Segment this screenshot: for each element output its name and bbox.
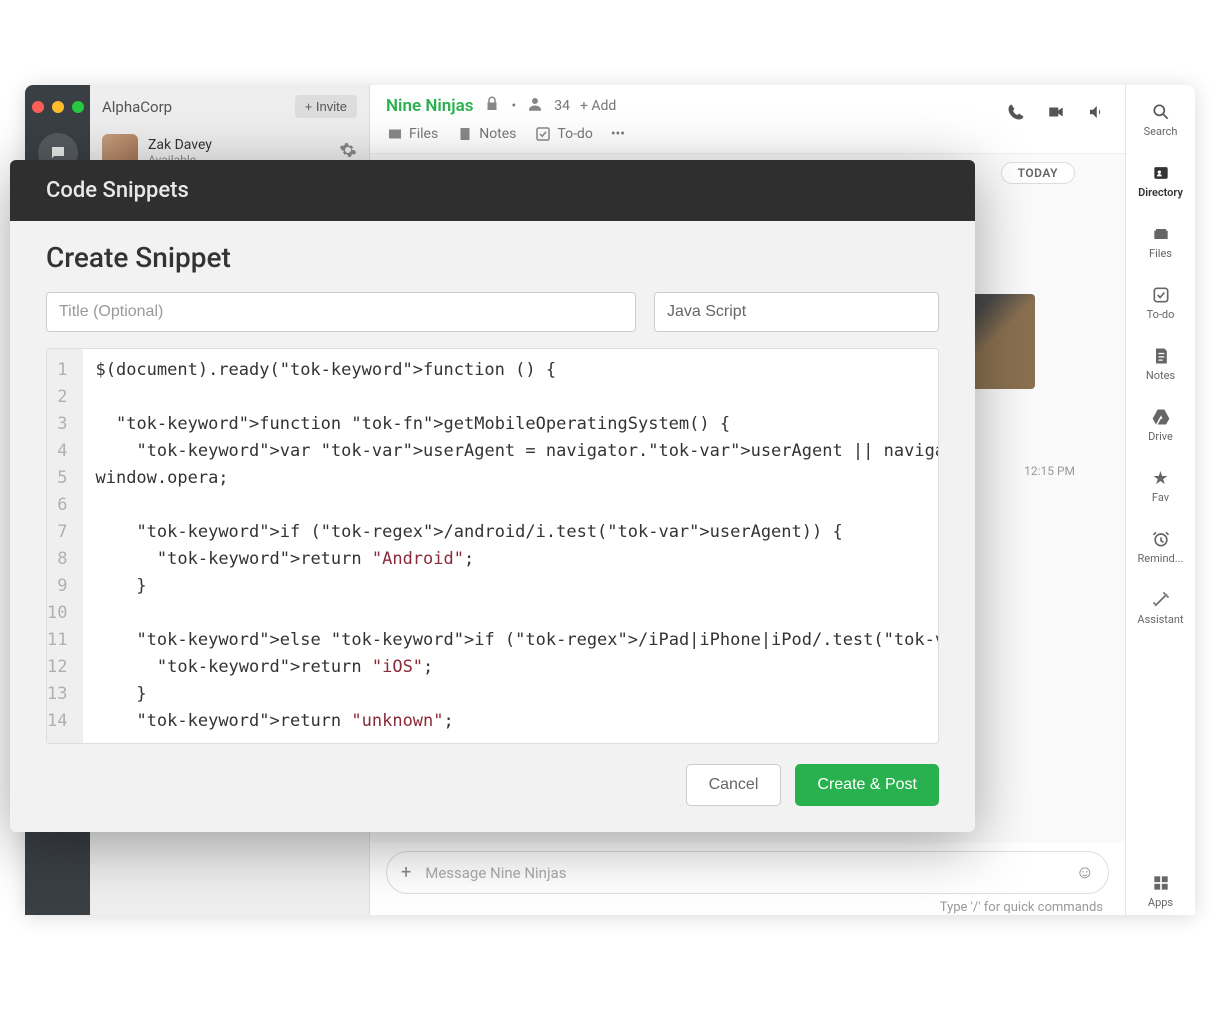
tab-notes-label: Notes bbox=[479, 126, 516, 142]
line-gutter: 1234567891011121314 bbox=[47, 349, 83, 743]
right-rail: Search Directory Files To-do Notes Drive… bbox=[1125, 85, 1195, 915]
tab-files-label: Files bbox=[409, 126, 438, 142]
add-member-button[interactable]: + Add bbox=[580, 98, 616, 114]
todo-icon bbox=[1150, 284, 1172, 306]
plus-icon[interactable]: + bbox=[401, 862, 411, 883]
directory-icon bbox=[1150, 162, 1172, 184]
rail-assistant[interactable]: Assistant bbox=[1126, 583, 1195, 632]
org-name: AlphaCorp bbox=[102, 98, 172, 116]
today-divider: TODAY bbox=[1001, 162, 1075, 184]
more-icon[interactable]: ••• bbox=[611, 125, 625, 143]
message-timestamp: 12:15 PM bbox=[1024, 464, 1075, 478]
snippet-language-input[interactable] bbox=[654, 292, 939, 332]
rail-drive[interactable]: Drive bbox=[1126, 400, 1195, 449]
create-post-button[interactable]: Create & Post bbox=[795, 764, 939, 806]
channel-tabs: Files Notes To-do ••• bbox=[386, 125, 1109, 143]
code-editor[interactable]: 1234567891011121314 $(document).ready("t… bbox=[46, 348, 939, 744]
apps-grid-icon bbox=[1150, 872, 1172, 894]
drive-icon bbox=[1150, 406, 1172, 428]
rail-remind[interactable]: Remind... bbox=[1126, 522, 1195, 571]
invite-button[interactable]: + Invite bbox=[295, 95, 357, 118]
modal-inputs bbox=[46, 292, 939, 332]
tab-todo[interactable]: To-do bbox=[534, 125, 592, 143]
person-icon bbox=[526, 95, 544, 117]
snippet-title-input[interactable] bbox=[46, 292, 636, 332]
rail-apps[interactable]: Apps bbox=[1126, 866, 1195, 915]
maximize-window-icon[interactable] bbox=[72, 101, 84, 113]
wand-icon bbox=[1150, 589, 1172, 611]
header-actions bbox=[1007, 103, 1105, 125]
compose-bar[interactable]: + Message Nine Ninjas ☺ bbox=[386, 851, 1109, 894]
video-icon[interactable] bbox=[1047, 103, 1065, 125]
modal-body: Create Snippet 1234567891011121314 $(doc… bbox=[10, 221, 975, 832]
modal-footer: Cancel Create & Post bbox=[46, 764, 939, 806]
compose-hint: Type '/' for quick commands bbox=[370, 894, 1125, 915]
channel-header: Nine Ninjas • 34 + Add Files Notes bbox=[370, 85, 1125, 154]
emoji-icon[interactable]: ☺ bbox=[1076, 862, 1094, 883]
rail-search[interactable]: Search bbox=[1126, 95, 1195, 144]
search-icon bbox=[1150, 101, 1172, 123]
phone-icon[interactable] bbox=[1007, 103, 1025, 125]
window-controls bbox=[32, 93, 84, 133]
user-name: Zak Davey bbox=[148, 137, 212, 153]
code-content[interactable]: $(document).ready("tok-keyword">function… bbox=[83, 349, 939, 743]
cancel-button[interactable]: Cancel bbox=[686, 764, 782, 806]
tab-todo-label: To-do bbox=[557, 126, 592, 142]
rail-fav[interactable]: ★ Fav bbox=[1126, 461, 1195, 510]
speaker-icon[interactable] bbox=[1087, 103, 1105, 125]
rail-todo[interactable]: To-do bbox=[1126, 278, 1195, 327]
member-count: 34 bbox=[554, 98, 570, 114]
lock-icon bbox=[483, 95, 501, 117]
files-icon bbox=[1150, 223, 1172, 245]
check-square-icon bbox=[534, 125, 552, 143]
tab-files[interactable]: Files bbox=[386, 125, 438, 143]
close-window-icon[interactable] bbox=[32, 101, 44, 113]
rail-directory[interactable]: Directory bbox=[1126, 156, 1195, 205]
separator-dot: • bbox=[511, 98, 516, 114]
star-icon: ★ bbox=[1150, 467, 1172, 489]
tray-icon bbox=[386, 125, 404, 143]
note-icon bbox=[456, 125, 474, 143]
code-snippet-modal: Code Snippets Create Snippet 12345678910… bbox=[10, 160, 975, 832]
sidebar-header: AlphaCorp + Invite bbox=[90, 95, 369, 128]
tab-notes[interactable]: Notes bbox=[456, 125, 516, 143]
rail-notes[interactable]: Notes bbox=[1126, 339, 1195, 388]
rail-files[interactable]: Files bbox=[1126, 217, 1195, 266]
channel-name[interactable]: Nine Ninjas bbox=[386, 96, 473, 116]
notes-icon bbox=[1150, 345, 1172, 367]
compose-input[interactable]: Message Nine Ninjas bbox=[425, 864, 1075, 882]
minimize-window-icon[interactable] bbox=[52, 101, 64, 113]
clock-icon bbox=[1150, 528, 1172, 550]
modal-subtitle: Create Snippet bbox=[46, 241, 939, 274]
modal-header: Code Snippets bbox=[10, 160, 975, 221]
